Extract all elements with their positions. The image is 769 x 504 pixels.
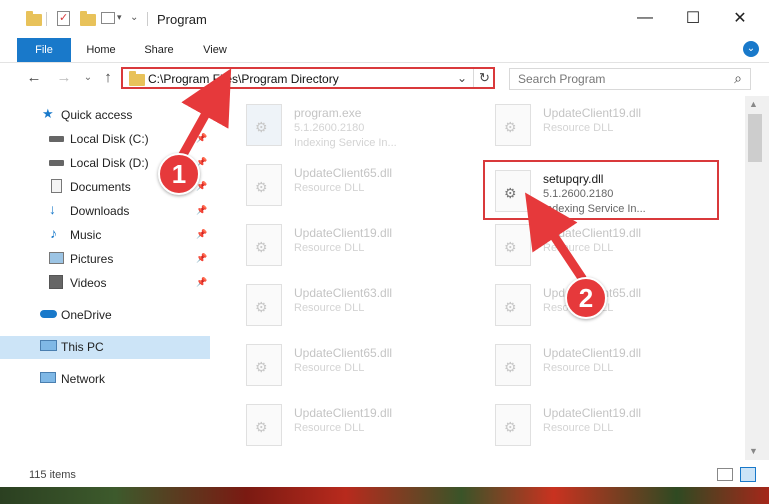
arrow-1 [175, 68, 232, 165]
callout-arrows [175, 68, 587, 283]
step-badge-1: 1 [158, 153, 200, 195]
arrow-2 [525, 192, 587, 283]
step-badge-2: 2 [565, 277, 607, 319]
